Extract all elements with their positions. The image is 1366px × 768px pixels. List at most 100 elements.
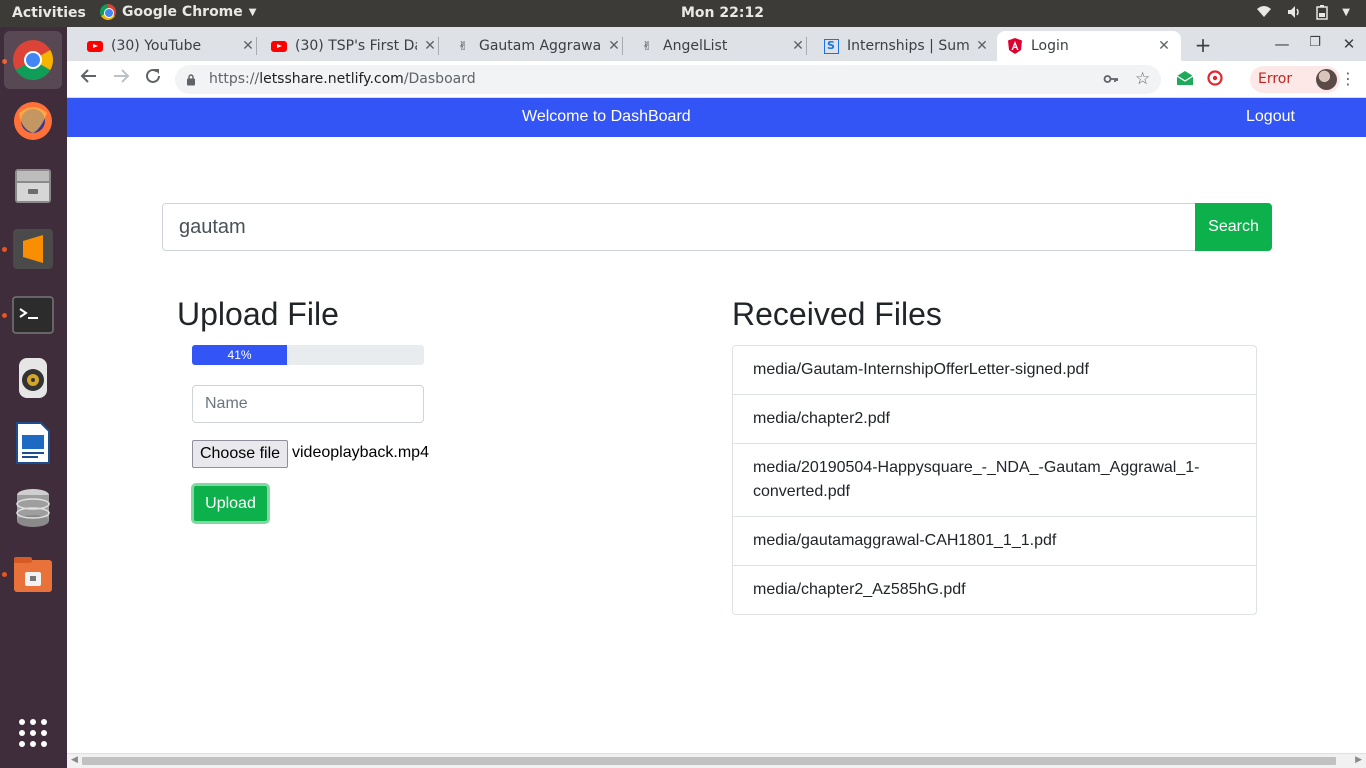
list-item[interactable]: media/chapter2.pdf xyxy=(732,394,1257,444)
tab-title: Login xyxy=(1031,38,1069,54)
close-icon[interactable]: ✕ xyxy=(421,38,439,54)
scrollbar-thumb[interactable] xyxy=(82,757,1336,765)
url-text[interactable]: https://letsshare.netlify.com/Dasboard xyxy=(209,71,476,87)
scroll-right-icon[interactable]: ▶ xyxy=(1355,755,1362,765)
web-page: Welcome to DashBoard Logout Search Uploa… xyxy=(67,98,1366,753)
close-icon[interactable]: ✕ xyxy=(973,38,991,54)
database-icon xyxy=(16,489,50,527)
terminal-icon xyxy=(12,296,54,334)
system-indicators[interactable]: ▼ xyxy=(1256,4,1350,22)
scroll-left-icon[interactable]: ◀ xyxy=(71,755,78,765)
received-files-heading: Received Files xyxy=(732,296,942,332)
star-icon[interactable]: ☆ xyxy=(1135,69,1150,89)
forward-button[interactable] xyxy=(109,67,133,91)
reload-button[interactable] xyxy=(141,67,165,91)
close-icon[interactable]: ✕ xyxy=(605,38,623,54)
show-applications-button[interactable] xyxy=(9,709,57,757)
address-bar[interactable]: https://letsshare.netlify.com/Dasboard ☆ xyxy=(175,65,1161,94)
tab-title: (30) TSP's First Da xyxy=(295,38,417,54)
rhythmbox-icon xyxy=(19,358,47,398)
horizontal-scrollbar[interactable]: ◀ ▶ xyxy=(67,753,1366,768)
list-item[interactable]: media/chapter2_Az585hG.pdf xyxy=(732,565,1257,615)
dock-firefox[interactable] xyxy=(9,97,57,145)
caret-down-icon: ▼ xyxy=(248,6,257,18)
sublime-text-icon xyxy=(13,229,53,269)
dock-terminal[interactable] xyxy=(9,291,57,339)
battery-icon xyxy=(1316,5,1329,20)
running-indicator xyxy=(2,572,7,577)
list-item[interactable]: media/20190504-Happysquare_-_NDA_-Gautam… xyxy=(732,443,1257,517)
running-indicator xyxy=(2,247,7,252)
activities-button[interactable]: Activities xyxy=(12,5,86,21)
volume-icon xyxy=(1288,6,1300,18)
system-top-bar: Activities Google Chrome ▼ Mon 22:12 ▼ xyxy=(0,0,1366,27)
choose-file-button[interactable]: Choose file xyxy=(192,440,288,468)
firefox-icon xyxy=(14,102,52,140)
tab-title: (30) YouTube xyxy=(111,38,202,54)
close-window-button[interactable]: ✕ xyxy=(1339,35,1359,53)
minimize-button[interactable]: — xyxy=(1272,35,1292,53)
name-input[interactable] xyxy=(192,385,424,423)
caret-down-icon: ▼ xyxy=(1342,7,1350,18)
browser-toolbar: https://letsshare.netlify.com/Dasboard ☆… xyxy=(67,61,1366,98)
navbar-title[interactable]: Welcome to DashBoard xyxy=(522,108,691,126)
lock-icon[interactable] xyxy=(186,73,196,86)
clock[interactable]: Mon 22:12 xyxy=(681,5,764,21)
arrow-right-icon xyxy=(114,69,130,83)
app-navbar: Welcome to DashBoard Logout xyxy=(67,98,1366,137)
arrow-left-icon xyxy=(80,69,96,83)
avatar xyxy=(1316,69,1337,90)
profile-error-label: Error xyxy=(1258,71,1293,87)
back-button[interactable] xyxy=(77,67,101,91)
chrome-icon xyxy=(100,4,116,20)
tab-internshala[interactable]: S Internships | Sum ✕ xyxy=(823,31,991,61)
selected-file-name: videoplayback.mp4 xyxy=(292,444,429,461)
youtube-icon xyxy=(271,38,287,54)
restore-button[interactable]: ❐ xyxy=(1305,35,1325,50)
show-applications-icon xyxy=(19,719,47,747)
received-files-list: media/Gautam-InternshipOfferLetter-signe… xyxy=(732,345,1257,615)
app-menu[interactable]: Google Chrome ▼ xyxy=(100,4,256,20)
close-icon[interactable]: ✕ xyxy=(239,38,257,54)
running-indicator xyxy=(2,313,7,318)
angellist-icon: ✌ xyxy=(641,39,653,53)
tab-title: Internships | Sum xyxy=(847,38,969,54)
dock-libreoffice-impress[interactable] xyxy=(9,419,57,467)
youtube-icon xyxy=(87,38,103,54)
key-icon[interactable] xyxy=(1103,71,1119,91)
upload-file-heading: Upload File xyxy=(177,296,339,332)
files-icon xyxy=(15,169,51,203)
tab-gautam-angellist[interactable]: ✌ Gautam Aggrawa ✕ xyxy=(455,31,623,61)
tab-youtube[interactable]: (30) YouTube ✕ xyxy=(87,31,257,61)
extension-mail-icon[interactable] xyxy=(1176,70,1194,90)
more-menu-icon[interactable]: ⋮ xyxy=(1340,69,1356,88)
libreoffice-impress-icon xyxy=(16,422,50,464)
tab-angellist[interactable]: ✌ AngelList ✕ xyxy=(639,31,807,61)
angular-icon xyxy=(1007,38,1023,54)
internshala-icon: S xyxy=(823,38,839,54)
search-button[interactable]: Search xyxy=(1195,203,1272,251)
extension-grammarly-icon[interactable] xyxy=(1207,70,1223,90)
close-icon[interactable]: ✕ xyxy=(1155,38,1173,54)
upload-progress-bar: 41% xyxy=(192,345,288,365)
tab-tsp[interactable]: (30) TSP's First Da ✕ xyxy=(271,31,439,61)
profile-error-button[interactable]: Error xyxy=(1250,66,1340,93)
close-icon[interactable]: ✕ xyxy=(789,38,807,54)
new-tab-button[interactable]: + xyxy=(1193,33,1213,57)
dock-rhythmbox[interactable] xyxy=(9,354,57,402)
dock-files[interactable] xyxy=(9,161,57,209)
upload-button[interactable]: Upload xyxy=(191,483,270,524)
list-item[interactable]: media/gautamaggrawal-CAH1801_1_1.pdf xyxy=(732,516,1257,566)
dock-archive-manager[interactable] xyxy=(9,550,57,598)
list-item[interactable]: media/Gautam-InternshipOfferLetter-signe… xyxy=(732,345,1257,395)
angellist-icon: ✌ xyxy=(457,39,469,53)
tab-title: Gautam Aggrawa xyxy=(479,38,601,54)
reload-icon xyxy=(146,68,160,83)
tab-login[interactable]: Login ✕ xyxy=(997,31,1181,61)
search-input[interactable] xyxy=(162,203,1196,251)
dock-chrome[interactable] xyxy=(4,31,62,89)
logout-link[interactable]: Logout xyxy=(1246,108,1295,126)
dock-database[interactable] xyxy=(9,484,57,532)
upload-progress: 41% xyxy=(192,345,424,365)
dock-sublime-text[interactable] xyxy=(9,225,57,273)
